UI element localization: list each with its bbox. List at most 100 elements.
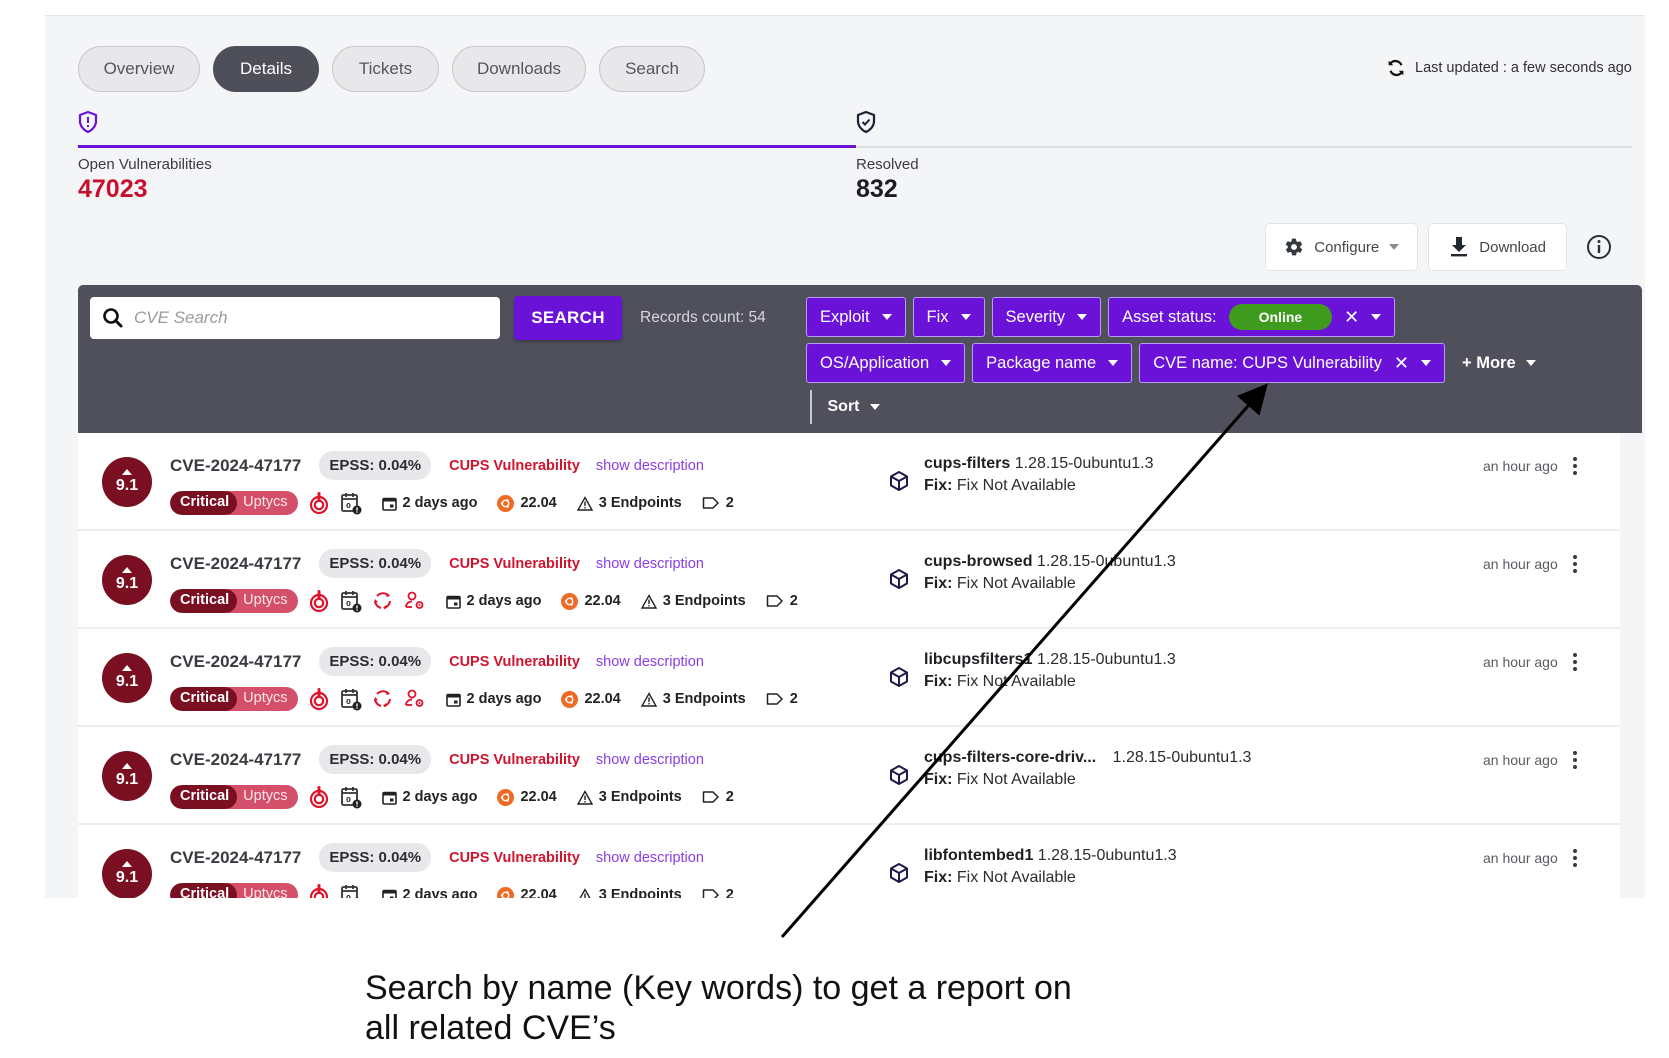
filter-cve-name-label: CVE name: CUPS Vulnerability [1153,353,1382,372]
vulnerability-name: CUPS Vulnerability [449,555,580,572]
more-filters-button[interactable]: + More [1452,343,1546,383]
fix-label: Fix: [924,771,953,788]
filter-fix[interactable]: Fix [912,297,985,337]
cve-id[interactable]: CVE-2024-47177 [170,848,301,868]
tab-overview[interactable]: Overview [78,46,200,92]
detected-time: an hour ago [1483,556,1558,572]
cve-search-field[interactable] [90,297,500,339]
row-menu-icon[interactable] [1568,651,1582,673]
recurring-icon [372,688,394,710]
tags-count[interactable]: 2 [702,789,734,805]
vulnerability-row[interactable]: 9.1 CVE-2024-47177 EPSS: 0.04% CUPS Vuln… [78,629,1620,727]
tags-count[interactable]: 2 [766,593,798,609]
sort-divider [810,390,812,424]
published-date: 2 days ago [445,593,541,609]
os-version: 22.04 [561,592,621,610]
download-button[interactable]: Download [1428,223,1567,271]
cve-search-input[interactable] [134,308,474,328]
tag-icon [702,888,720,898]
cve-id[interactable]: CVE-2024-47177 [170,750,301,770]
last-updated-text: Last updated : a few seconds ago [1415,60,1632,76]
show-description-link[interactable]: show description [596,850,704,866]
vulnerability-row[interactable]: 9.1 CVE-2024-47177 EPSS: 0.04% CUPS Vuln… [78,825,1620,898]
package-box-icon [888,749,910,789]
package-info: cups-browsed 1.28.15-0ubuntu1.3 Fix: Fix… [888,553,1176,593]
show-description-link[interactable]: show description [596,752,704,768]
tab-search[interactable]: Search [599,46,705,92]
published-date-text: 2 days ago [466,691,542,707]
endpoints-count[interactable]: 3 Endpoints [640,593,746,609]
chevron-down-icon [881,314,892,320]
severity-label: Critical [170,491,238,515]
filter-bar: SEARCH Records count: 54 Exploit Fix Sev… [78,285,1642,433]
sort-label: Sort [827,398,860,415]
tags-count[interactable]: 2 [702,887,734,898]
cve-id[interactable]: CVE-2024-47177 [170,456,301,476]
vulnerability-name: CUPS Vulnerability [449,653,580,670]
os-version-text: 22.04 [584,691,621,707]
tags-count[interactable]: 2 [766,691,798,707]
svg-text:0: 0 [346,502,351,510]
vulnerability-row[interactable]: 9.1 CVE-2024-47177 EPSS: 0.04% CUPS Vuln… [78,531,1620,629]
tab-tickets[interactable]: Tickets [332,46,439,92]
exploit-target-icon [308,687,330,711]
cvss-score: 9.1 [115,771,139,788]
cve-id[interactable]: CVE-2024-47177 [170,652,301,672]
epss-badge: EPSS: 0.04% [319,451,432,480]
show-description-link[interactable]: show description [596,556,704,572]
chevron-down-icon [869,404,880,410]
tab-downloads[interactable]: Downloads [452,46,586,92]
filter-severity[interactable]: Severity [991,297,1102,337]
filter-asset-status[interactable]: Asset status: Online ✕ [1108,297,1396,337]
tags-count[interactable]: 2 [702,495,734,511]
refresh-icon[interactable] [1385,56,1407,80]
severity-up-icon [122,763,132,769]
info-icon[interactable] [1585,232,1615,262]
tab-details[interactable]: Details [213,46,319,92]
annotation-line-1: Search by name (Key words) to get a repo… [365,969,1072,1007]
gear-icon [1284,237,1304,257]
endpoints-text: 3 Endpoints [598,887,682,898]
fix-status: Fix Not Available [956,575,1076,592]
vulnerability-row[interactable]: 9.1 CVE-2024-47177 EPSS: 0.04% CUPS Vuln… [78,727,1620,825]
package-version: 1.28.15-0ubuntu1.3 [1014,455,1154,472]
row-menu-icon[interactable] [1568,455,1582,477]
filter-os-application[interactable]: OS/Application [806,343,966,383]
os-version: 22.04 [497,886,557,898]
filter-cve-name[interactable]: CVE name: CUPS Vulnerability ✕ [1139,343,1445,383]
severity-badge: Critical Uptycs [170,785,298,809]
os-version-text: 22.04 [520,789,557,805]
records-count: Records count: 54 [640,309,766,326]
vulnerability-name: CUPS Vulnerability [449,849,580,866]
package-box-icon [888,651,910,691]
fix-label: Fix: [924,673,953,690]
endpoints-count[interactable]: 3 Endpoints [576,789,682,805]
configure-button[interactable]: Configure [1265,223,1419,271]
exploit-target-icon [308,589,330,613]
package-version: 1.28.15-0ubuntu1.3 [1037,847,1177,864]
row-menu-icon[interactable] [1568,553,1582,575]
cve-id[interactable]: CVE-2024-47177 [170,554,301,574]
filter-exploit[interactable]: Exploit [806,297,906,337]
open-vulnerabilities-stat[interactable]: Open Vulnerabilities 47023 [78,110,856,204]
resolved-stat[interactable]: Resolved 832 [856,110,1632,204]
package-box-icon [888,553,910,593]
shield-alert-icon [78,110,98,139]
clear-cve-name-icon[interactable]: ✕ [1394,353,1409,374]
ubuntu-icon [497,494,515,512]
clear-asset-status-icon[interactable]: ✕ [1344,307,1359,328]
endpoints-count[interactable]: 3 Endpoints [640,691,746,707]
endpoints-count[interactable]: 3 Endpoints [577,887,682,898]
annotation-caption: Search by name (Key words) to get a repo… [365,968,1265,1048]
row-menu-icon[interactable] [1568,749,1582,771]
endpoints-count[interactable]: 3 Endpoints [576,495,682,511]
search-button[interactable]: SEARCH [514,296,622,340]
filter-package-name[interactable]: Package name [972,343,1133,383]
show-description-link[interactable]: show description [596,654,704,670]
row-menu-icon[interactable] [1568,847,1582,869]
detected-time: an hour ago [1483,654,1558,670]
vulnerability-row[interactable]: 9.1 CVE-2024-47177 EPSS: 0.04% CUPS Vuln… [78,433,1620,531]
published-date-text: 2 days ago [402,495,478,511]
sort-button[interactable]: Sort [828,398,880,416]
show-description-link[interactable]: show description [596,458,704,474]
